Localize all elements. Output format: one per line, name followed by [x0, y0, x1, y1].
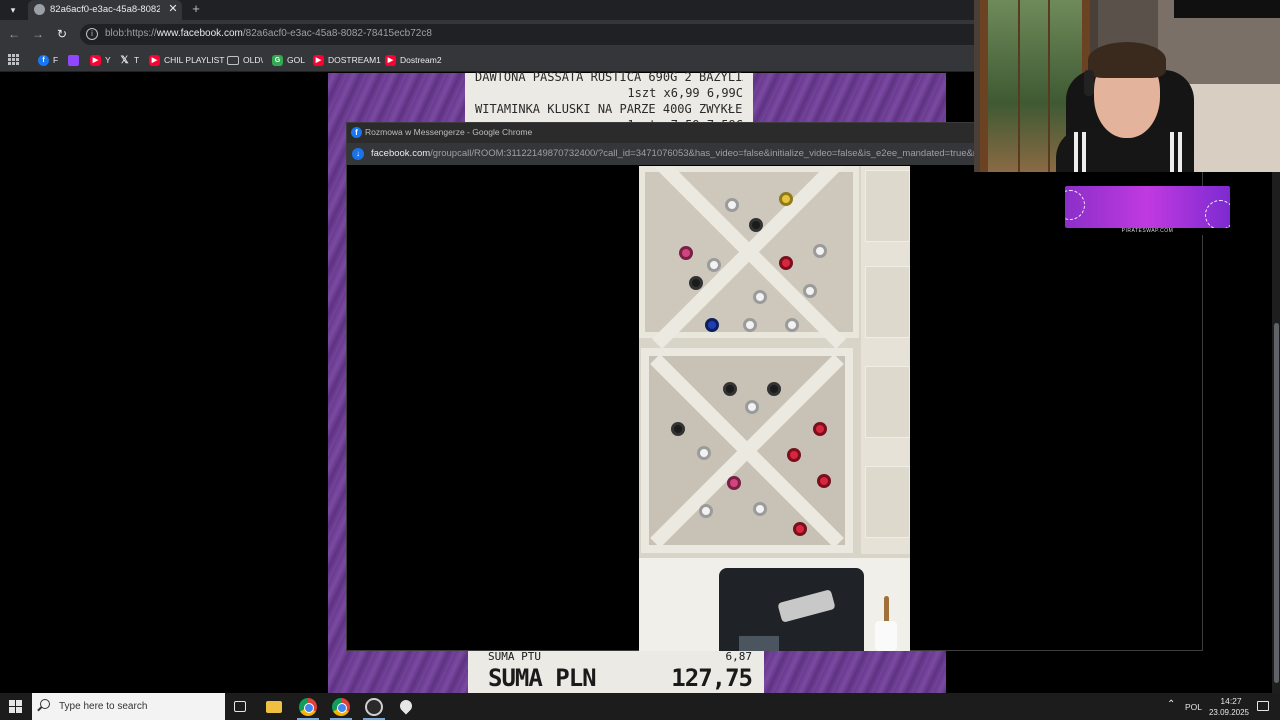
sum-pln-label: SUMA PLN [488, 664, 597, 692]
youtube-icon: ▶ [149, 54, 160, 66]
x-icon: 𝕏 [120, 54, 129, 66]
youtube-icon: ▶ [385, 54, 396, 66]
chrome-icon[interactable] [299, 698, 317, 716]
chrome-icon[interactable] [332, 698, 350, 716]
headset-icon [1084, 70, 1094, 96]
youtube-icon: ▶ [313, 54, 324, 66]
sum-pln-value: 127,75 [671, 664, 753, 692]
jacket-stripe [1074, 132, 1078, 172]
drawer-column [861, 166, 910, 554]
receipt-line: WITAMINKA KLUSKI NA PARZE 400G ZWYKŁE C [475, 102, 743, 116]
call-video-feed [639, 166, 910, 651]
paper-towel-roll [875, 621, 897, 651]
webcam-tv [1174, 0, 1280, 18]
facebook-icon: f [351, 127, 362, 138]
tray-chevron-icon[interactable]: ⌃ [1167, 699, 1175, 720]
site-info-icon[interactable]: i [86, 28, 98, 40]
clock-date[interactable]: 23.09.2025 [1206, 708, 1252, 717]
location-pin-icon[interactable] [397, 697, 415, 715]
search-icon [40, 699, 50, 709]
tab-close-icon[interactable]: ✕ [166, 2, 180, 16]
streamer-webcam [974, 0, 1280, 172]
url-text[interactable]: blob:https://www.facebook.com/82a6acf0-e… [105, 28, 432, 39]
jacket-stripe [1178, 132, 1182, 172]
bookmark-folder-old[interactable]: OLD\ [227, 53, 263, 67]
bookmark-twitch[interactable] [68, 53, 83, 67]
forward-arrow-icon[interactable]: → [30, 26, 46, 42]
browser-tab[interactable]: 82a6acf0-e3ac-45a8-8082-7841 ✕ [28, 0, 182, 20]
download-icon[interactable]: ↓ [352, 148, 364, 160]
notification-icon[interactable] [1257, 701, 1269, 711]
g-icon: G [272, 54, 283, 66]
youtube-icon: ▶ [90, 54, 101, 66]
twitch-icon [68, 54, 79, 66]
task-view-icon[interactable] [234, 701, 246, 712]
taskbar-search-input[interactable]: Type here to search [32, 693, 225, 720]
bookmark-y[interactable]: ▶ Y [90, 53, 111, 67]
tab-favicon-icon [34, 4, 45, 15]
wine-shelf-top [639, 166, 859, 349]
new-tab-button[interactable]: + [188, 1, 204, 17]
bookmark-f[interactable]: fF [38, 53, 58, 67]
sum-ptu-value: 6,87 [725, 650, 753, 663]
wine-shelf-bottom [641, 348, 853, 553]
tab-search-icon[interactable]: ▾ [4, 2, 22, 18]
reload-icon[interactable]: ↻ [54, 26, 70, 42]
receipt-line: 1szt x6,99 6,99C [627, 86, 743, 100]
sum-ptu-label: SUMA PTU [488, 650, 541, 663]
bookmark-dostream1[interactable]: ▶ DOSTREAM1 [313, 53, 381, 67]
bookmark-gol[interactable]: G GOL [272, 53, 305, 67]
windows-start-icon[interactable] [9, 700, 22, 713]
machine-display [739, 636, 779, 651]
receipt-line: DAWTONA PASSATA RUSTICA 690G 2 BAZYLIA C [475, 70, 743, 84]
bookmark-t[interactable]: 𝕏T [119, 53, 139, 67]
scrollbar-thumb[interactable] [1274, 323, 1279, 683]
receipt-bottom: SUMA PTU 6,87 SUMA PLN 127,75 [468, 648, 764, 693]
bookmark-dostream2[interactable]: ▶ Dostream2 [385, 53, 442, 67]
jacket-stripe [1170, 132, 1174, 172]
windows-taskbar: Type here to search ⌃ POL 14:27 23.09.20… [0, 693, 1280, 720]
apps-grid-icon[interactable] [8, 54, 19, 65]
language-indicator[interactable]: POL [1185, 702, 1202, 720]
promo-caption: PIRATESWAP.COM [1065, 228, 1230, 235]
tab-title: 82a6acf0-e3ac-45a8-8082-7841 [50, 4, 160, 15]
search-placeholder: Type here to search [59, 701, 148, 712]
popup-title: Rozmowa w Messengerze - Google Chrome [365, 127, 533, 137]
popup-url-text[interactable]: facebook.com/groupcall/ROOM:311221498707… [371, 148, 999, 159]
obs-icon[interactable] [365, 698, 383, 716]
bookmark-chil-playlist[interactable]: ▶ CHIL PLAYLIST [149, 53, 224, 67]
jacket-stripe [1082, 132, 1086, 172]
clock-time[interactable]: 14:27 [1213, 696, 1249, 706]
webcam-person-hair [1088, 42, 1166, 78]
back-arrow-icon[interactable]: ← [6, 26, 22, 42]
promo-banner[interactable] [1065, 186, 1230, 228]
receipt-top: DAWTONA PASSATA RUSTICA 690G 2 BAZYLIA C… [465, 70, 753, 132]
file-explorer-icon[interactable] [266, 701, 282, 713]
facebook-icon: f [38, 54, 49, 66]
folder-icon [227, 55, 239, 65]
screen: ▾ 82a6acf0-e3ac-45a8-8082-7841 ✕ + ← → ↻… [0, 0, 1280, 720]
